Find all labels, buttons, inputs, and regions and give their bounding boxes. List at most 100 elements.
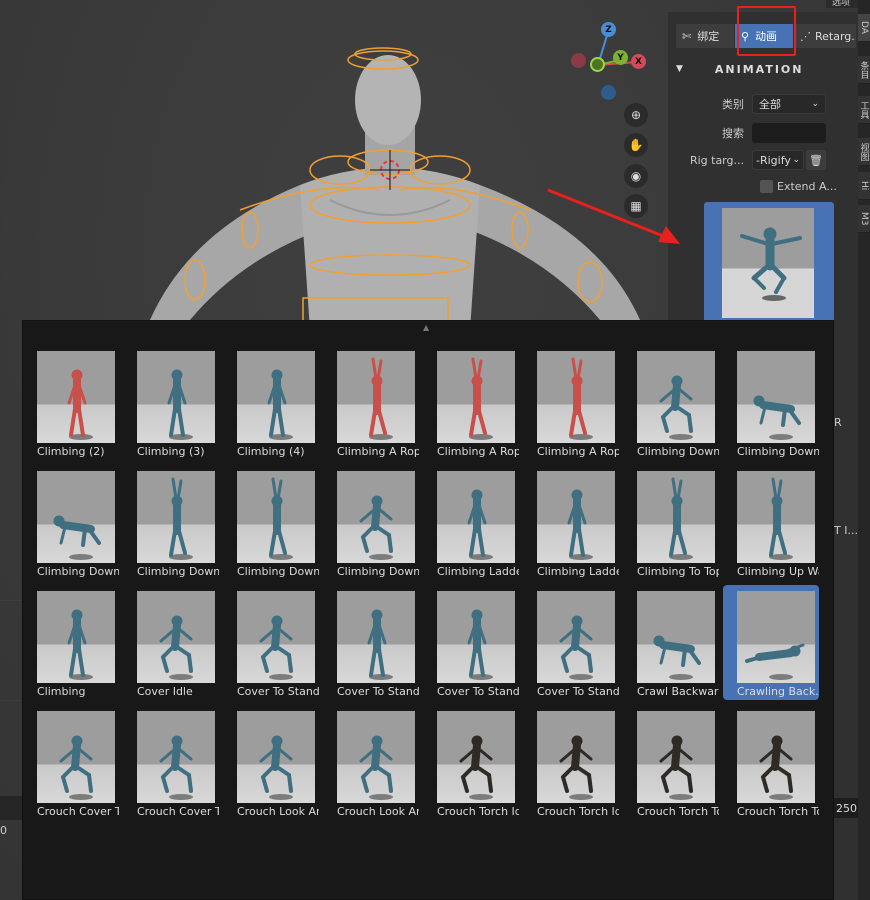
animation-grid-item[interactable]: Cover To Stand ...: [223, 585, 319, 700]
animation-thumbnail: [637, 591, 715, 683]
animation-thumbnail: [537, 351, 615, 443]
animation-grid-item[interactable]: Climbing Up Wall: [723, 465, 819, 580]
category-label: 类别: [722, 98, 744, 111]
figure-silhouette: [759, 735, 793, 800]
animation-section-header[interactable]: ▼ ANIMATION: [676, 58, 858, 80]
animation-label: Cover To Stand: [537, 685, 619, 698]
animation-grid-item[interactable]: Climbing (4): [223, 345, 319, 460]
figure-silhouette: [53, 515, 101, 560]
animation-grid-item[interactable]: Crouch Look Ar...: [223, 705, 319, 820]
gizmo-y-axis[interactable]: Y: [613, 50, 628, 65]
rig-target-label: Rig targ...: [689, 153, 744, 167]
side-tab-item[interactable]: 条目: [858, 56, 870, 84]
side-tab-m3[interactable]: M3: [858, 205, 870, 233]
animation-grid-item[interactable]: Climbing Ladder: [523, 465, 619, 580]
gizmo-x-axis[interactable]: X: [631, 54, 646, 69]
animation-grid-item[interactable]: Climbing Down ...: [623, 345, 719, 460]
animation-thumbnail: [437, 711, 515, 803]
figure-silhouette: [169, 477, 193, 560]
animation-thumbnail: [237, 711, 315, 803]
figure-silhouette: [59, 735, 93, 800]
animation-grid-item[interactable]: Cover To Stand ...: [323, 585, 419, 700]
figure-silhouette: [67, 369, 93, 440]
animation-thumbnail: [37, 471, 115, 563]
animation-grid-item[interactable]: Climbing Down ...: [23, 465, 119, 580]
animation-grid-item[interactable]: Climbing (2): [23, 345, 119, 460]
animation-grid-item[interactable]: Climbing A Rope: [523, 345, 619, 460]
tab-retarget[interactable]: ⋰ Retarg...: [794, 24, 856, 48]
animation-thumbnail: [337, 471, 415, 563]
rig-target-value: -Rigify: [756, 153, 791, 167]
side-tab-hi[interactable]: Hi: [858, 172, 870, 200]
animation-grid-item[interactable]: Crouch Look Ar...: [323, 705, 419, 820]
gizmo-neg-z-axis[interactable]: [601, 85, 616, 100]
side-tab-da[interactable]: DA: [858, 14, 870, 42]
animation-grid-item[interactable]: Climbing: [23, 585, 119, 700]
search-input[interactable]: [752, 123, 826, 143]
figure-silhouette: [567, 489, 593, 560]
frame-end-field[interactable]: 250: [832, 798, 858, 818]
animation-grid-item[interactable]: Cover Idle: [123, 585, 219, 700]
animation-grid-item[interactable]: Crawling Back...: [723, 585, 819, 700]
animation-grid-item[interactable]: Cover To Stand: [523, 585, 619, 700]
animation-grid-item[interactable]: Crouch Torch To...: [723, 705, 819, 820]
animation-label: Climbing (3): [137, 445, 205, 458]
animation-label: Climbing To Top: [637, 565, 719, 578]
animation-label: Climbing A Rope: [537, 445, 619, 458]
animation-label: Crouch Cover T...: [37, 805, 119, 818]
preview-figure: [740, 227, 802, 301]
figure-silhouette: [369, 357, 393, 440]
figure-silhouette: [559, 615, 593, 680]
animation-grid-item[interactable]: Climbing Down: [323, 465, 419, 580]
gizmo-z-axis[interactable]: Z: [601, 22, 616, 37]
animation-grid-item[interactable]: Crawl Backwards: [623, 585, 719, 700]
animation-thumbnail: [137, 711, 215, 803]
figure-silhouette: [159, 615, 193, 680]
animation-grid-item[interactable]: Climbing Down ...: [723, 345, 819, 460]
trash-button[interactable]: 🗑: [806, 150, 826, 170]
animation-grid-item[interactable]: Crouch Cover T...: [23, 705, 119, 820]
navigation-gizmo[interactable]: Z X Y: [565, 20, 655, 105]
animation-label: Crawl Backwards: [637, 685, 719, 698]
animation-grid-item[interactable]: Climbing A Rop...: [323, 345, 419, 460]
animation-grid-item[interactable]: Crouch Cover T...: [123, 705, 219, 820]
animation-grid-item[interactable]: Climbing A Rop...: [423, 345, 519, 460]
figure-silhouette: [459, 735, 493, 800]
animation-thumbnail: [537, 591, 615, 683]
animation-grid-item[interactable]: Climbing Ladde...: [423, 465, 519, 580]
animation-grid-item[interactable]: Cover To Stand ...: [423, 585, 519, 700]
retarget-icon: ⋰: [800, 29, 811, 43]
scroll-up-arrow-icon[interactable]: ▲: [423, 323, 429, 332]
animation-grid-item[interactable]: Crouch Torch Idl...: [523, 705, 619, 820]
animation-grid-item[interactable]: Crouch Torch To...: [623, 705, 719, 820]
animation-thumbnail: [337, 351, 415, 443]
timeline-strip: [0, 796, 22, 820]
figure-silhouette: [167, 369, 193, 440]
animation-preview[interactable]: [704, 202, 834, 322]
animation-grid-item[interactable]: Climbing To Top: [623, 465, 719, 580]
animation-thumbnail: [637, 711, 715, 803]
extend-checkbox[interactable]: [760, 179, 773, 193]
animation-thumbnail: [237, 591, 315, 683]
side-tab-view[interactable]: 视图: [858, 138, 870, 166]
animation-grid-item[interactable]: Crouch Torch Idl...: [423, 705, 519, 820]
animation-grid-item[interactable]: Climbing (3): [123, 345, 219, 460]
figure-silhouette: [467, 609, 493, 680]
animation-grid-item[interactable]: Climbing Down ...: [123, 465, 219, 580]
gizmo-neg-y-axis[interactable]: [590, 57, 605, 72]
zoom-icon[interactable]: ⊕: [624, 103, 648, 127]
category-dropdown[interactable]: 全部 ⌄: [752, 94, 826, 114]
gizmo-neg-x-axis[interactable]: [571, 53, 586, 68]
figure-silhouette: [267, 369, 293, 440]
figure-silhouette: [367, 609, 393, 680]
hand-pan-icon[interactable]: ✋: [624, 133, 648, 157]
tab-rig[interactable]: ✄ 绑定: [676, 24, 734, 48]
side-tab-tool[interactable]: 工具: [858, 96, 870, 124]
rig-target-dropdown[interactable]: -Rigify ⌄: [752, 150, 804, 170]
animation-label: Crouch Look Ar...: [237, 805, 319, 818]
animation-label: Climbing A Rop...: [337, 445, 419, 458]
animation-thumbnail: [437, 351, 515, 443]
animation-grid-item[interactable]: Climbing Down ...: [223, 465, 319, 580]
animation-label: Climbing: [37, 685, 86, 698]
animation-thumbnail: [437, 591, 515, 683]
